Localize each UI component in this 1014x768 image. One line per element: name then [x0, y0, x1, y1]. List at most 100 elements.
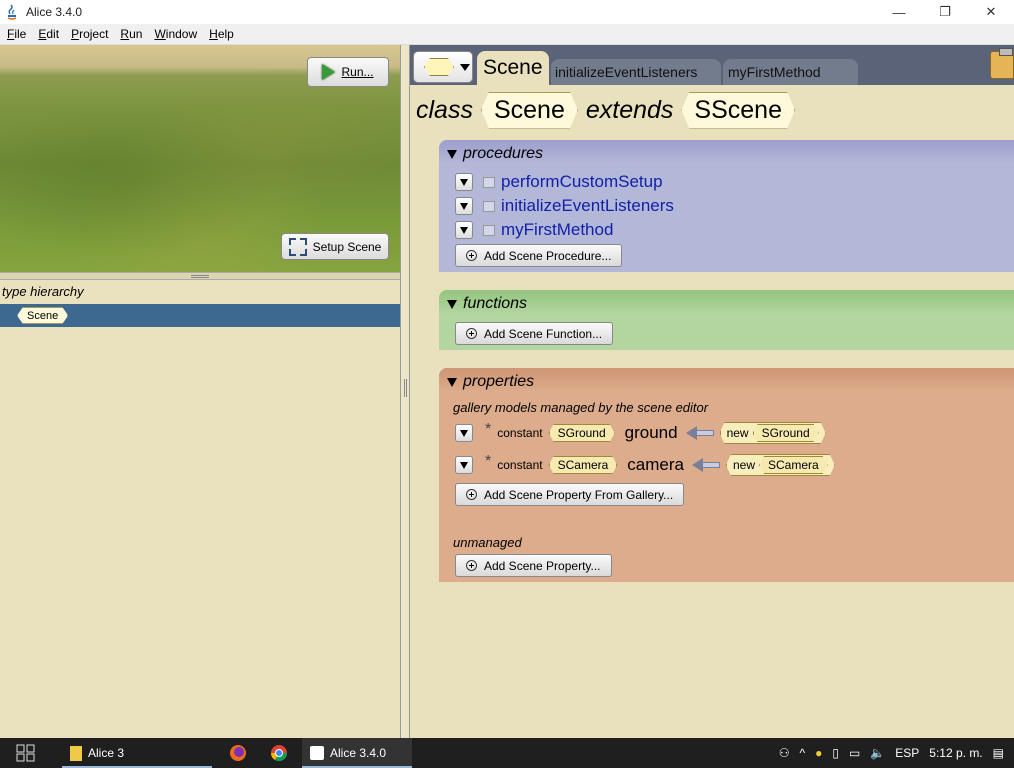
- editor-tabstrip: Scene initializeEventListeners myFirstMe…: [410, 45, 1014, 85]
- class-keyword: class: [416, 95, 473, 124]
- play-icon: [322, 64, 336, 80]
- constant-keyword: constant: [497, 458, 543, 472]
- new-keyword: new: [726, 426, 749, 440]
- usb-icon[interactable]: ▯: [832, 746, 839, 760]
- property-name[interactable]: ground: [625, 423, 678, 443]
- add-gallery-property-label: Add Scene Property From Gallery...: [484, 487, 674, 502]
- type-hierarchy-row-scene[interactable]: Scene: [0, 304, 400, 327]
- initializer-expression[interactable]: new SGround: [720, 422, 826, 444]
- tab-my-first-method[interactable]: myFirstMethod: [723, 59, 858, 85]
- firefox-icon[interactable]: [229, 738, 247, 768]
- menu-help[interactable]: Help: [204, 27, 239, 41]
- menu-window-rest: indow: [165, 27, 198, 41]
- property-dropdown-button[interactable]: [455, 456, 473, 474]
- people-icon[interactable]: ⚇: [779, 746, 790, 760]
- unmanaged-label: unmanaged: [453, 535, 522, 550]
- volume-icon[interactable]: 🔈: [870, 746, 885, 760]
- property-row-ground: * constant SGround ground new SGround: [455, 421, 826, 444]
- procedure-dropdown-button[interactable]: [455, 221, 473, 239]
- minimize-button[interactable]: —: [876, 0, 922, 24]
- maximize-button[interactable]: ❐: [922, 0, 968, 24]
- properties-section: properties gallery models managed by the…: [439, 368, 1014, 582]
- taskbar-alice-app[interactable]: Alice 3.4.0: [302, 738, 412, 768]
- collapse-triangle-icon: [447, 299, 457, 309]
- procedure-name[interactable]: performCustomSetup: [501, 172, 663, 192]
- menu-window[interactable]: Window: [149, 27, 202, 41]
- java-app-icon: [4, 4, 20, 20]
- assign-arrow-icon: [685, 426, 714, 440]
- properties-header[interactable]: properties: [447, 372, 534, 392]
- new-keyword: new: [732, 458, 755, 472]
- menu-project[interactable]: Project: [66, 27, 113, 41]
- type-hex-icon: [424, 58, 454, 76]
- menu-bar: File Edit Project Run Window Help: [0, 24, 1014, 45]
- setup-scene-label: Setup Scene: [312, 239, 382, 254]
- clock[interactable]: 5:12 p. m.: [929, 746, 982, 760]
- security-icon[interactable]: ●: [815, 746, 822, 760]
- folder-icon: [70, 745, 82, 761]
- superclass-pill[interactable]: SScene: [681, 92, 795, 129]
- expand-icon: [288, 237, 307, 256]
- add-scene-function-button[interactable]: Add Scene Function...: [455, 322, 614, 345]
- menu-run-rest: un: [129, 27, 143, 41]
- folder-icon: [483, 176, 495, 188]
- chevron-up-icon[interactable]: ^: [799, 746, 805, 760]
- procedure-row: performCustomSetup: [455, 172, 663, 192]
- plus-icon: [466, 489, 477, 500]
- type-selector-dropdown[interactable]: [413, 51, 473, 83]
- procedure-name[interactable]: myFirstMethod: [501, 220, 613, 240]
- setup-scene-button[interactable]: Setup Scene: [281, 233, 389, 260]
- procedures-header-label: procedures: [463, 145, 544, 162]
- menu-project-rest: roject: [79, 27, 109, 41]
- procedures-header[interactable]: procedures: [447, 144, 543, 164]
- horizontal-splitter[interactable]: [0, 272, 400, 280]
- plus-icon: [466, 328, 477, 339]
- property-type-pill[interactable]: SCamera: [549, 456, 618, 474]
- class-declaration: class Scene extends SScene: [416, 91, 795, 129]
- managed-star: *: [485, 453, 492, 470]
- scene-type-pill[interactable]: Scene: [17, 307, 68, 324]
- procedure-row: myFirstMethod: [455, 220, 613, 240]
- menu-run[interactable]: Run: [115, 27, 147, 41]
- add-scene-property-button[interactable]: Add Scene Property...: [455, 554, 612, 577]
- procedure-dropdown-button[interactable]: [455, 173, 473, 191]
- system-tray: ⚇ ^ ● ▯ ▭ 🔈 ESP 5:12 p. m. ▤: [779, 738, 1014, 768]
- property-row-camera: * constant SCamera camera new SCamera: [455, 453, 835, 476]
- add-scene-property-from-gallery-button[interactable]: Add Scene Property From Gallery...: [455, 483, 685, 506]
- tab-initialize-event-listeners[interactable]: initializeEventListeners: [551, 59, 721, 85]
- initializer-type-pill: SCamera: [759, 456, 828, 474]
- network-icon[interactable]: ▭: [849, 746, 860, 760]
- run-button-label: Run...: [341, 65, 374, 79]
- close-button[interactable]: ✕: [968, 0, 1014, 24]
- functions-header-label: functions: [463, 295, 528, 312]
- code-editor-panel: Scene initializeEventListeners myFirstMe…: [410, 45, 1014, 738]
- add-scene-procedure-button[interactable]: Add Scene Procedure...: [455, 244, 623, 267]
- language-indicator[interactable]: ESP: [895, 746, 919, 760]
- taskbar-app-label: Alice 3.4.0: [330, 746, 387, 760]
- left-panel: Run... Setup Scene type hierarchy Scene: [0, 45, 400, 738]
- window-title: Alice 3.4.0: [26, 5, 83, 19]
- property-dropdown-button[interactable]: [455, 424, 473, 442]
- notifications-icon[interactable]: ▤: [993, 746, 1004, 760]
- initializer-expression[interactable]: new SCamera: [726, 454, 835, 476]
- run-button[interactable]: Run...: [307, 57, 389, 87]
- type-hierarchy-label: type hierarchy: [2, 284, 84, 299]
- property-name[interactable]: camera: [627, 455, 684, 475]
- clipboard-icon[interactable]: [990, 48, 1014, 79]
- vertical-splitter[interactable]: [400, 45, 410, 738]
- task-view-icon[interactable]: [16, 738, 36, 768]
- menu-edit[interactable]: Edit: [33, 27, 64, 41]
- menu-file[interactable]: File: [2, 27, 31, 41]
- property-type-pill[interactable]: SGround: [549, 424, 615, 442]
- procedure-dropdown-button[interactable]: [455, 197, 473, 215]
- procedure-name[interactable]: initializeEventListeners: [501, 196, 674, 216]
- tab-scene[interactable]: Scene: [477, 51, 549, 85]
- scene-preview[interactable]: Run... Setup Scene: [0, 45, 400, 272]
- chevron-down-icon: [460, 63, 470, 71]
- functions-header[interactable]: functions: [447, 294, 527, 314]
- class-name-pill[interactable]: Scene: [481, 92, 578, 129]
- chrome-icon[interactable]: [270, 738, 288, 768]
- add-scene-property-label: Add Scene Property...: [484, 558, 601, 573]
- taskbar-folder-alice3[interactable]: Alice 3: [62, 738, 212, 768]
- java-app-icon: [310, 746, 324, 760]
